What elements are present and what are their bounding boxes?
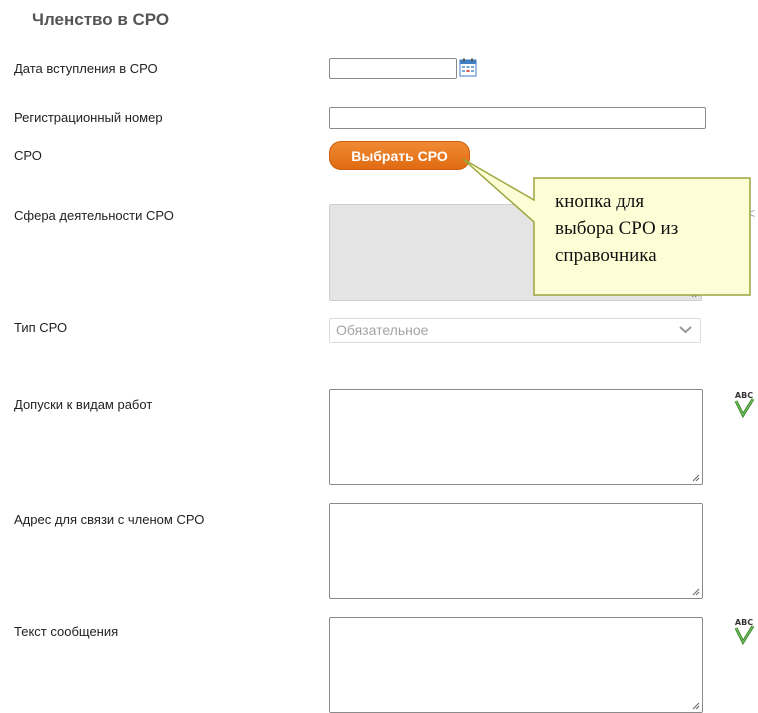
callout-line-3: справочника (555, 245, 657, 266)
callout-line-2: выбора СРО из (555, 218, 679, 239)
callout-text: кнопка для выбора СРО из справочника (555, 188, 740, 269)
callout-line-1: кнопка для (555, 191, 645, 212)
callout-shape (462, 158, 751, 296)
